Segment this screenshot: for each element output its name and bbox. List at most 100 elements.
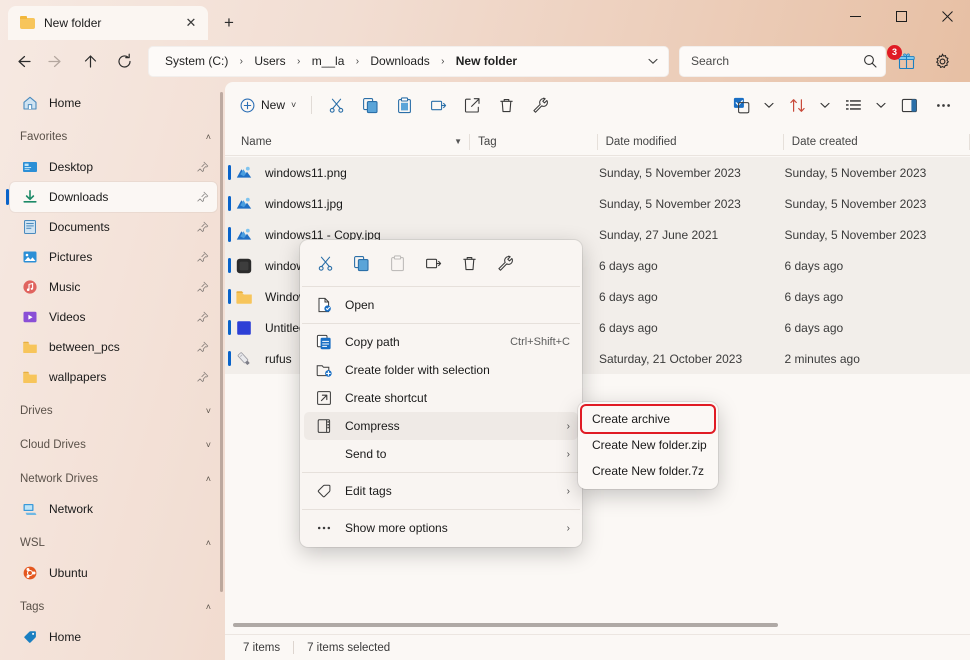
breadcrumb-bar[interactable]: System (C:) › Users › m__la › Downloads … (148, 45, 669, 77)
scrollbar-track[interactable] (233, 623, 962, 627)
sidebar-group-cloud-drives[interactable]: Cloud Drives ˅ (10, 430, 217, 460)
breadcrumb-item-3[interactable]: Downloads (365, 51, 434, 71)
wrench-icon[interactable] (488, 248, 522, 278)
search-box[interactable] (679, 45, 886, 77)
chevron-up-icon[interactable]: ˄ (206, 474, 211, 484)
sidebar-item-home[interactable]: Home (10, 88, 217, 118)
tab-new-folder[interactable]: New folder ✕ (8, 6, 208, 40)
pin-icon[interactable] (195, 191, 211, 203)
gift-button[interactable]: 3 (887, 44, 922, 77)
pin-icon[interactable] (195, 161, 211, 173)
sidebar-item-videos[interactable]: Videos (10, 302, 217, 332)
search-icon[interactable] (863, 54, 877, 68)
context-menu-item-send-to[interactable]: Send to › (304, 440, 578, 468)
close-icon[interactable]: ✕ (180, 12, 202, 34)
sidebar-item-music[interactable]: Music (10, 272, 217, 302)
submenu-item-create-zip[interactable]: Create New folder.zip (582, 432, 714, 458)
chevron-down-icon[interactable]: ˅ (291, 100, 296, 110)
share-icon[interactable] (455, 90, 489, 120)
context-menu-item-edit-tags[interactable]: Edit tags › (304, 477, 578, 505)
breadcrumb-separator[interactable]: › (349, 56, 365, 67)
settings-button[interactable] (926, 46, 958, 77)
sidebar-item-between-pcs[interactable]: between_pcs (10, 332, 217, 362)
breadcrumb-item-0[interactable]: System (C:) (160, 51, 233, 71)
context-menu-item-show-more-options[interactable]: Show more options › (304, 514, 578, 542)
back-arrow-icon[interactable] (6, 46, 39, 77)
paste-icon[interactable] (380, 248, 414, 278)
copy-icon[interactable] (353, 90, 387, 120)
pin-icon[interactable] (195, 341, 211, 353)
paste-icon[interactable] (387, 90, 421, 120)
chevron-up-icon[interactable]: ˄ (206, 602, 211, 612)
refresh-icon[interactable] (108, 46, 141, 77)
details-pane-icon[interactable] (892, 90, 926, 120)
horizontal-scrollbar[interactable] (225, 616, 970, 634)
sidebar-item-desktop[interactable]: Desktop (10, 152, 217, 182)
sidebar-item-pictures[interactable]: Pictures (10, 242, 217, 272)
new-tab-button[interactable]: + (214, 8, 244, 38)
sidebar-item-documents[interactable]: Documents (10, 212, 217, 242)
cut-icon[interactable] (308, 248, 342, 278)
column-header-date-created[interactable]: Date created (784, 128, 970, 156)
breadcrumb-item-4[interactable]: New folder (451, 51, 522, 71)
cut-icon[interactable] (319, 90, 353, 120)
context-menu-item-compress[interactable]: Compress › (304, 412, 578, 440)
scrollbar-thumb[interactable] (233, 623, 778, 627)
table-row[interactable]: windows11.png Sunday, 5 November 2023 Su… (225, 157, 970, 188)
sidebar-item-wallpapers[interactable]: wallpapers (10, 362, 217, 392)
sidebar-group-tags[interactable]: Tags ˄ (10, 592, 217, 622)
context-menu-item-open[interactable]: Open (304, 291, 578, 319)
table-row[interactable]: windows11.jpg Sunday, 5 November 2023 Su… (225, 188, 970, 219)
context-menu-item-create-folder-with-selection[interactable]: Create folder with selection (304, 356, 578, 384)
pin-icon[interactable] (195, 251, 211, 263)
chevron-up-icon[interactable]: ˄ (206, 538, 211, 548)
minimize-button[interactable] (832, 0, 878, 33)
sidebar-item-ubuntu[interactable]: Ubuntu (10, 558, 217, 588)
close-button[interactable] (924, 0, 970, 33)
view-chevron-icon[interactable] (870, 90, 892, 120)
rename-icon[interactable] (421, 90, 455, 120)
submenu-item-create-7z[interactable]: Create New folder.7z (582, 458, 714, 484)
select-chevron-icon[interactable] (758, 90, 780, 120)
column-header-name[interactable]: Name ▼ (233, 128, 471, 156)
breadcrumb-item-1[interactable]: Users (249, 51, 290, 71)
up-arrow-icon[interactable] (74, 46, 107, 77)
sidebar-item-tag-work[interactable]: Work (10, 652, 217, 660)
new-button[interactable]: New ˅ (233, 90, 304, 120)
sidebar-group-network-drives[interactable]: Network Drives ˄ (10, 464, 217, 494)
breadcrumb-item-2[interactable]: m__la (307, 51, 350, 71)
chevron-up-icon[interactable]: ˄ (206, 132, 211, 142)
copy-icon[interactable] (344, 248, 378, 278)
column-header-tag[interactable]: Tag (470, 128, 598, 156)
chevron-down-icon[interactable]: ˅ (206, 406, 211, 416)
select-icon[interactable] (724, 90, 758, 120)
sidebar-group-favorites[interactable]: Favorites ˄ (10, 122, 217, 152)
search-input[interactable] (691, 54, 863, 68)
delete-icon[interactable] (452, 248, 486, 278)
breadcrumb-separator[interactable]: › (435, 56, 451, 67)
sidebar-item-downloads[interactable]: Downloads (6, 182, 217, 212)
chevron-down-icon[interactable]: ˅ (206, 440, 211, 450)
sort-icon[interactable] (780, 90, 814, 120)
breadcrumb-separator[interactable]: › (233, 56, 249, 67)
context-menu-item-create-shortcut[interactable]: Create shortcut (304, 384, 578, 412)
forward-arrow-icon[interactable] (40, 46, 73, 77)
sidebar-group-wsl[interactable]: WSL ˄ (10, 528, 217, 558)
submenu-item-create-archive[interactable]: Create archive (582, 406, 714, 432)
pin-icon[interactable] (195, 221, 211, 233)
more-options-icon[interactable] (926, 90, 960, 120)
pin-icon[interactable] (195, 311, 211, 323)
wrench-icon[interactable] (523, 90, 557, 120)
sidebar-item-tag-home[interactable]: Home (10, 622, 217, 652)
pin-icon[interactable] (195, 281, 211, 293)
sidebar-item-network[interactable]: Network (10, 494, 217, 524)
view-icon[interactable] (836, 90, 870, 120)
sidebar-group-drives[interactable]: Drives ˅ (10, 396, 217, 426)
rename-icon[interactable] (416, 248, 450, 278)
maximize-button[interactable] (878, 0, 924, 33)
sort-chevron-icon[interactable] (814, 90, 836, 120)
context-menu-item-copy-path[interactable]: Copy path Ctrl+Shift+C (304, 328, 578, 356)
sidebar-scrollbar[interactable] (220, 92, 223, 592)
pin-icon[interactable] (195, 371, 211, 383)
column-header-date-modified[interactable]: Date modified (598, 128, 785, 156)
